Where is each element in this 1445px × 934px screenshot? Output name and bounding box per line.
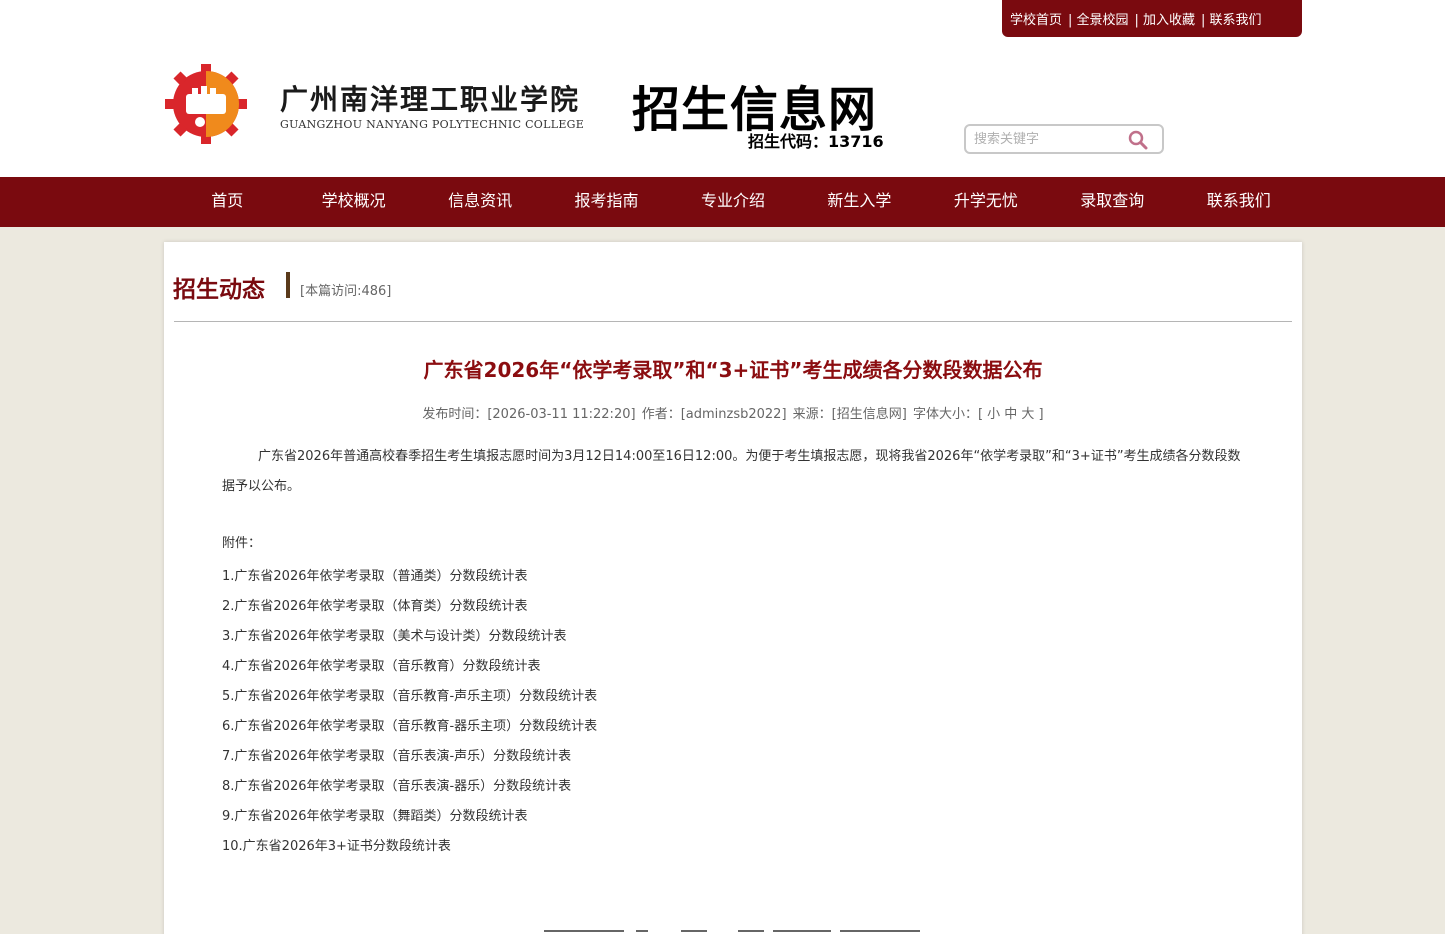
school-logo-icon bbox=[165, 64, 247, 144]
section-title: 招生动态 bbox=[173, 277, 265, 303]
main-nav: 首页 学校概况 信息资讯 报考指南 专业介绍 新生入学 升学无忧 录取查询 联系… bbox=[0, 177, 1445, 227]
college-name-en: GUANGZHOU NANYANG POLYTECHNIC COLLEGE bbox=[280, 118, 585, 131]
nav-majors[interactable]: 专业介绍 bbox=[670, 177, 796, 227]
nav-news[interactable]: 信息资讯 bbox=[417, 177, 543, 227]
footer-tool[interactable] bbox=[681, 930, 707, 932]
attachment-link[interactable]: 10.广东省2026年3+证书分数段统计表 bbox=[222, 832, 597, 862]
footer-tool[interactable] bbox=[773, 930, 831, 932]
nav-freshmen[interactable]: 新生入学 bbox=[796, 177, 922, 227]
link-add-favorite[interactable]: | 加入收藏 bbox=[1135, 9, 1196, 28]
nav-admission-query[interactable]: 录取查询 bbox=[1049, 177, 1175, 227]
attachment-link[interactable]: 4.广东省2026年依学考录取（音乐教育）分数段统计表 bbox=[222, 652, 597, 682]
attachment-link[interactable]: 2.广东省2026年依学考录取（体育类）分数段统计表 bbox=[222, 592, 597, 622]
header: 学校首页 | 全景校园 | 加入收藏 | 联系我们 广州南洋理工职业学院 GUA… bbox=[0, 0, 1445, 177]
attachment-link[interactable]: 5.广东省2026年依学考录取（音乐教育-声乐主项）分数段统计表 bbox=[222, 682, 597, 712]
attachment-link[interactable]: 1.广东省2026年依学考录取（普通类）分数段统计表 bbox=[222, 562, 597, 592]
attachment-link[interactable]: 9.广东省2026年依学考录取（舞蹈类）分数段统计表 bbox=[222, 802, 597, 832]
nav-about[interactable]: 学校概况 bbox=[290, 177, 416, 227]
section-rule bbox=[174, 321, 1292, 322]
footer-tool[interactable] bbox=[840, 930, 920, 932]
link-contact[interactable]: | 联系我们 bbox=[1201, 9, 1262, 28]
nav-home[interactable]: 首页 bbox=[164, 177, 290, 227]
article-body: 广东省2026年普通高校春季招生考生填报志愿时间为3月12日14:00至16日1… bbox=[222, 449, 1241, 494]
top-links-bar: 学校首页 | 全景校园 | 加入收藏 | 联系我们 bbox=[1002, 0, 1302, 37]
nav-guide[interactable]: 报考指南 bbox=[543, 177, 669, 227]
attachment-link[interactable]: 3.广东省2026年依学考录取（美术与设计类）分数段统计表 bbox=[222, 622, 597, 652]
article-meta: 发布时间：[2026-03-11 11:22:20] 作者：[adminzsb2… bbox=[164, 403, 1302, 422]
enrollment-code: 招生代码：13716 bbox=[748, 132, 884, 151]
footer-tool[interactable] bbox=[738, 930, 764, 932]
font-size-control[interactable]: 字体大小：[ 小 中 大 ] bbox=[913, 407, 1044, 422]
publish-time: 发布时间：[2026-03-11 11:22:20] bbox=[422, 407, 636, 422]
search-input[interactable] bbox=[974, 129, 1124, 149]
attachments-label: 附件： bbox=[222, 536, 262, 551]
article-footer-tools bbox=[544, 930, 944, 934]
attachment-link[interactable]: 7.广东省2026年依学考录取（音乐表演-声乐）分数段统计表 bbox=[222, 742, 597, 772]
nav-further-study[interactable]: 升学无忧 bbox=[923, 177, 1049, 227]
source: 来源：[招生信息网] bbox=[792, 407, 907, 422]
search-icon[interactable] bbox=[1128, 130, 1148, 150]
college-name-cn: 广州南洋理工职业学院 bbox=[280, 83, 581, 116]
article-title: 广东省2026年“依学考录取”和“3+证书”考生成绩各分数段数据公布 bbox=[423, 358, 1043, 382]
nav-contact[interactable]: 联系我们 bbox=[1176, 177, 1302, 227]
link-panorama[interactable]: | 全景校园 bbox=[1068, 9, 1129, 28]
author: 作者：[adminzsb2022] bbox=[641, 407, 787, 422]
search-box bbox=[964, 124, 1164, 154]
content-panel: 招生动态 [本篇访问:486] 广东省2026年“依学考录取”和“3+证书”考生… bbox=[164, 242, 1302, 934]
attachment-list: 1.广东省2026年依学考录取（普通类）分数段统计表 2.广东省2026年依学考… bbox=[222, 562, 597, 862]
attachment-link[interactable]: 6.广东省2026年依学考录取（音乐教育-器乐主项）分数段统计表 bbox=[222, 712, 597, 742]
footer-tool[interactable] bbox=[636, 930, 648, 932]
link-school-home[interactable]: 学校首页 bbox=[1010, 9, 1062, 28]
visit-count: [本篇访问:486] bbox=[300, 284, 392, 299]
footer-tool[interactable] bbox=[544, 930, 624, 932]
attachment-link[interactable]: 8.广东省2026年依学考录取（音乐表演-器乐）分数段统计表 bbox=[222, 772, 597, 802]
title-divider bbox=[286, 272, 290, 298]
college-logo[interactable]: 广州南洋理工职业学院 GUANGZHOU NANYANG POLYTECHNIC… bbox=[164, 64, 584, 144]
